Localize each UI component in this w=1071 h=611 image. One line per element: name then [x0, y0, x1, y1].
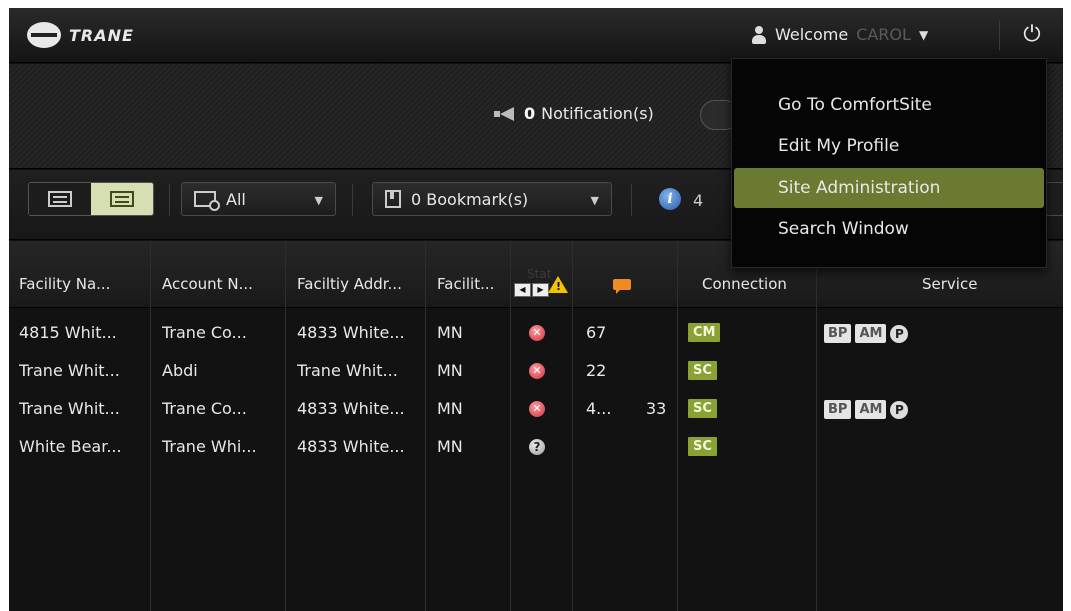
account-name-cell: Trane Co... [162, 399, 247, 418]
column-scroll-arrows: ◀ ▶ [514, 283, 549, 297]
comments-cell: 33 [646, 399, 667, 418]
chevron-down-icon: ▼ [314, 194, 323, 207]
facility-table: Facility Na... Account N... Faciltiy Add… [9, 241, 1063, 611]
connection-badge: SC [688, 437, 717, 456]
address-cell: 4833 White... [297, 437, 405, 456]
trane-logo: TRANE [27, 22, 134, 48]
tile-view-button[interactable] [29, 183, 91, 215]
status-error-icon: ✕ [529, 401, 545, 417]
filter-value: All [226, 189, 246, 209]
notifications-button[interactable]: 0 Notification(s) [494, 104, 654, 123]
alarms-cell: 22 [586, 361, 607, 380]
state-cell: MN [437, 437, 463, 456]
address-cell: Trane Whit... [297, 361, 398, 380]
address-cell: 4833 White... [297, 323, 405, 342]
tile-view-icon [48, 191, 72, 207]
notification-label: Notification(s) [541, 104, 654, 123]
column-header-facility-address[interactable]: Faciltiy Addr... [297, 241, 422, 308]
megaphone-icon [494, 106, 518, 121]
alarms-cell: 4... [586, 399, 612, 418]
menu-item-search-window[interactable]: Search Window [734, 209, 1044, 249]
service-badge-bp: BP [824, 324, 852, 343]
state-cell: MN [437, 361, 463, 380]
comments-cell [641, 314, 671, 352]
column-header-facility-name[interactable]: Facility Na... [19, 241, 144, 308]
chevron-down-icon: ▼ [918, 27, 929, 42]
connection-badge: CM [688, 323, 721, 342]
bookmarks-label: 0 Bookmark(s) [411, 189, 529, 209]
state-cell: MN [437, 323, 463, 342]
column-header-facility-state[interactable]: Facilit... [437, 241, 512, 308]
welcome-label: Welcome [775, 25, 849, 44]
status-unknown-icon: ? [529, 439, 545, 455]
power-icon[interactable]: ⏻ [1019, 22, 1045, 48]
warning-icon[interactable]: ! [548, 276, 568, 293]
table-row[interactable]: White Bear... Trane Whi... 4833 White...… [9, 428, 1063, 466]
menu-item-site-administration[interactable]: Site Administration [734, 168, 1044, 208]
account-name-cell: Trane Co... [162, 323, 247, 342]
facility-name-cell: 4815 Whit... [19, 323, 117, 342]
scroll-right-icon[interactable]: ▶ [532, 283, 549, 297]
service-badge-am: AM [855, 400, 887, 419]
table-row[interactable]: Trane Whit... Trane Co... 4833 White... … [9, 390, 1063, 428]
account-name-cell: Abdi [162, 361, 198, 380]
facility-name-cell: Trane Whit... [19, 399, 120, 418]
filter-icon [194, 191, 220, 211]
address-cell: 4833 White... [297, 399, 405, 418]
bookmark-icon [385, 190, 401, 208]
comment-icon[interactable] [613, 279, 631, 294]
service-badges: BP AM P [824, 324, 909, 343]
status-error-icon: ✕ [529, 325, 545, 341]
divider [352, 184, 353, 216]
facility-name-cell: White Bear... [19, 437, 122, 456]
service-badge-p: P [890, 400, 909, 419]
user-icon [751, 25, 767, 44]
top-bar: TRANE Welcome CAROL ▼ ⏻ [9, 8, 1063, 63]
menu-item-edit-my-profile[interactable]: Edit My Profile [734, 126, 1044, 166]
info-icon[interactable]: i [659, 188, 681, 210]
menu-item-go-to-comfortsite[interactable]: Go To ComfortSite [734, 85, 1044, 125]
view-toggle [28, 182, 154, 216]
table-row[interactable]: Trane Whit... Abdi Trane Whit... MN ✕ 22… [9, 352, 1063, 390]
connection-badge: SC [688, 361, 717, 380]
service-badge-am: AM [855, 324, 887, 343]
connection-badge: SC [688, 399, 717, 418]
bookmarks-dropdown[interactable]: 0 Bookmark(s) ▼ [372, 182, 612, 216]
user-dropdown-menu: Go To ComfortSite Edit My Profile Site A… [731, 58, 1047, 268]
service-badges: BP AM P [824, 400, 909, 419]
account-name-cell: Trane Whi... [162, 437, 257, 456]
list-view-button[interactable] [91, 183, 153, 215]
divider [999, 20, 1000, 50]
service-badge-bp: BP [824, 400, 852, 419]
user-menu-toggle[interactable]: Welcome CAROL ▼ [751, 25, 928, 44]
comments-cell [641, 352, 671, 390]
divider [631, 184, 632, 216]
username: CAROL [856, 25, 911, 44]
brand-name: TRANE [69, 25, 134, 45]
table-row[interactable]: 4815 Whit... Trane Co... 4833 White... M… [9, 314, 1063, 352]
facility-name-cell: Trane Whit... [19, 361, 120, 380]
service-badge-p: P [890, 324, 909, 343]
filter-dropdown[interactable]: All ▼ [181, 182, 336, 216]
column-header-account-name[interactable]: Account N... [162, 241, 287, 308]
notification-count: 0 [524, 104, 536, 123]
app-window: TRANE Welcome CAROL ▼ ⏻ 0 Notification(s… [9, 8, 1063, 611]
status-error-icon: ✕ [529, 363, 545, 379]
toolbar-trailing-text: 4 [693, 191, 704, 210]
list-view-icon [110, 191, 134, 207]
state-cell: MN [437, 399, 463, 418]
chevron-down-icon: ▼ [590, 194, 599, 207]
scroll-left-icon[interactable]: ◀ [514, 283, 531, 297]
divider [169, 184, 170, 216]
trane-logo-icon [27, 22, 61, 48]
alarms-cell: 67 [586, 323, 607, 342]
